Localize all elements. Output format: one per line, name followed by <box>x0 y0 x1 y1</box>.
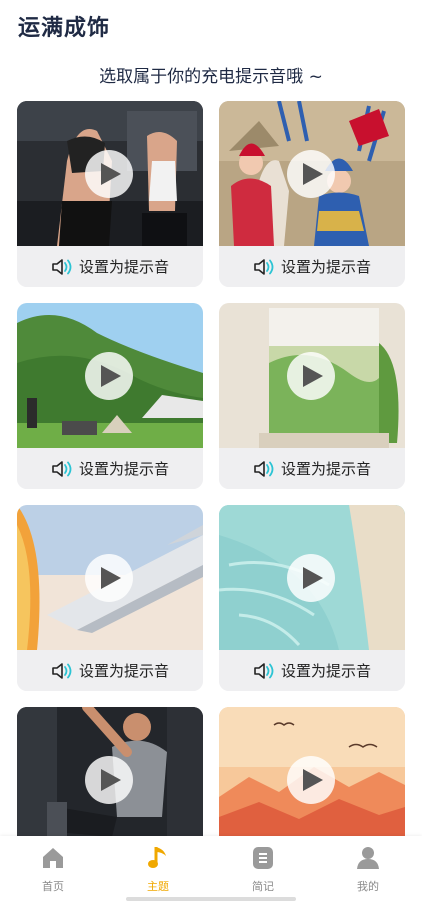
set-ringtone-label: 设置为提示音 <box>280 662 371 680</box>
ringtone-thumbnail <box>219 303 405 448</box>
set-ringtone-button[interactable]: 设置为提示音 <box>219 650 405 691</box>
play-button[interactable] <box>287 554 335 602</box>
speaker-icon <box>51 460 73 478</box>
page-subtitle: 选取属于你的充电提示音哦 ~ <box>99 67 323 87</box>
tab-home[interactable]: 首页 <box>13 844 93 894</box>
set-ringtone-label: 设置为提示音 <box>280 258 371 276</box>
tab-label: 简记 <box>252 880 274 893</box>
ringtone-thumbnail <box>17 707 203 852</box>
speaker-icon <box>51 662 73 680</box>
speaker-icon <box>253 662 275 680</box>
set-ringtone-button[interactable]: 设置为提示音 <box>219 448 405 489</box>
play-button[interactable] <box>287 150 335 198</box>
speaker-icon <box>253 460 275 478</box>
tab-label: 我的 <box>357 880 379 893</box>
notes-icon <box>223 844 303 872</box>
home-indicator[interactable] <box>126 897 296 901</box>
tab-theme[interactable]: 主题 <box>118 844 198 894</box>
ringtone-card[interactable]: 设置为提示音 <box>219 101 405 287</box>
ringtone-card[interactable]: 设置为提示音 <box>219 505 405 691</box>
play-button[interactable] <box>287 756 335 804</box>
ringtone-card[interactable]: 设置为提示音 <box>17 505 203 691</box>
home-icon <box>13 844 93 872</box>
ringtone-thumbnail <box>17 303 203 448</box>
page-title: 运满成饰 <box>18 16 111 41</box>
ringtone-thumbnail <box>17 505 203 650</box>
tab-profile[interactable]: 我的 <box>328 844 408 894</box>
bottom-tab-bar: 首页 主题 简记 我的 <box>0 836 422 903</box>
ringtone-thumbnail <box>219 101 405 246</box>
set-ringtone-label: 设置为提示音 <box>78 460 169 478</box>
tab-label: 主题 <box>147 880 169 893</box>
play-button[interactable] <box>85 352 133 400</box>
set-ringtone-label: 设置为提示音 <box>78 258 169 276</box>
ringtone-card[interactable]: 设置为提示音 <box>219 303 405 489</box>
ringtone-thumbnail <box>219 505 405 650</box>
ringtone-thumbnail <box>17 101 203 246</box>
play-button[interactable] <box>287 352 335 400</box>
set-ringtone-label: 设置为提示音 <box>280 460 371 478</box>
tab-label: 首页 <box>42 880 64 893</box>
user-icon <box>328 844 408 872</box>
tab-notes[interactable]: 简记 <box>223 844 303 894</box>
set-ringtone-label: 设置为提示音 <box>78 662 169 680</box>
music-note-icon <box>118 844 198 872</box>
ringtone-card[interactable]: 设置为提示音 <box>17 303 203 489</box>
speaker-icon <box>51 258 73 276</box>
speaker-icon <box>253 258 275 276</box>
ringtone-card[interactable]: 设置为提示音 <box>17 101 203 287</box>
set-ringtone-button[interactable]: 设置为提示音 <box>219 246 405 287</box>
set-ringtone-button[interactable]: 设置为提示音 <box>17 650 203 691</box>
play-button[interactable] <box>85 554 133 602</box>
ringtone-thumbnail <box>219 707 405 852</box>
set-ringtone-button[interactable]: 设置为提示音 <box>17 246 203 287</box>
set-ringtone-button[interactable]: 设置为提示音 <box>17 448 203 489</box>
play-button[interactable] <box>85 756 133 804</box>
play-button[interactable] <box>85 150 133 198</box>
